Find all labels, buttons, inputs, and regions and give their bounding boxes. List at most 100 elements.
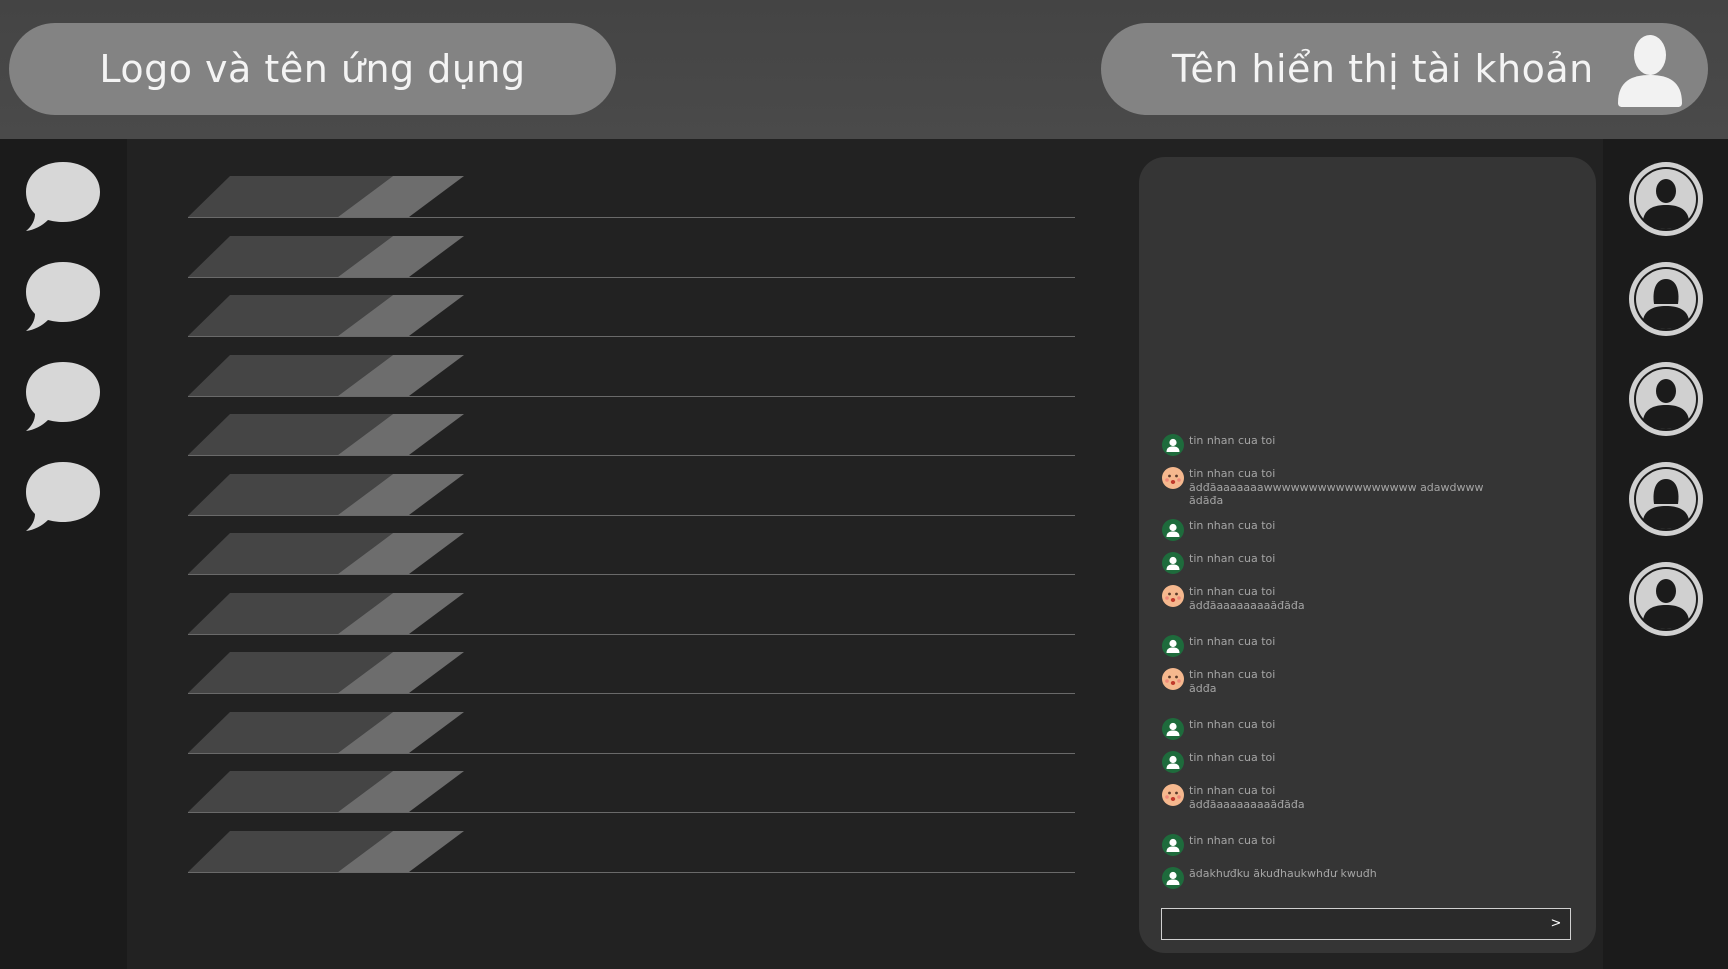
list-item-placeholder-shape: [188, 235, 464, 277]
chat-message: tin nhan cua toi: [1162, 751, 1275, 773]
message-line: tin nhan cua toi: [1189, 434, 1276, 447]
list-item[interactable]: [188, 176, 1075, 218]
face-avatar-icon: [1162, 784, 1184, 806]
speech-bubble-icon[interactable]: [24, 458, 102, 536]
message-text: tin nhan cua toi: [1189, 834, 1275, 848]
list-item-placeholder-shape: [188, 771, 464, 812]
row-divider: [188, 574, 1075, 575]
message-text: tin nhan cua toi ădđăaaaaaaawwwwwwwwwwwww…: [1189, 467, 1484, 508]
list-item[interactable]: [188, 830, 1075, 873]
chat-message: tin nhan cua toi ădđăaaaaaaaaăđăđa: [1162, 784, 1305, 811]
speech-bubble-icon[interactable]: [24, 358, 102, 436]
message-line: tin nhan cua toi: [1189, 519, 1276, 532]
account-menu[interactable]: Tên hiển thị tài khoản: [1101, 23, 1708, 115]
message-line: ădăđa: [1189, 494, 1224, 507]
message-line: tin nhan cua toi: [1189, 751, 1276, 764]
list-item-placeholder-shape: [188, 295, 464, 336]
message-line: ădđăaaaaaaawwwwwwwwwwwwwwwww adawdwww: [1189, 480, 1484, 494]
chat-message: tin nhan cua toi: [1162, 552, 1275, 574]
male-avatar-icon[interactable]: [1627, 560, 1705, 638]
row-divider: [188, 455, 1075, 456]
list-item[interactable]: [188, 652, 1075, 694]
chat-message: tin nhan cua toi: [1162, 434, 1275, 456]
chat-message: ădakhưđku ăkuđhaukwhđư kwuđh: [1162, 867, 1377, 889]
chat-panel: tin nhan cua toi tin nhan cua toi ădđăaaaa…: [1139, 157, 1596, 953]
row-divider: [188, 693, 1075, 694]
row-divider: [188, 871, 1075, 873]
list-item[interactable]: [188, 533, 1075, 575]
message-text: tin nhan cua toi: [1189, 519, 1275, 533]
user-avatar-icon: [1162, 834, 1184, 856]
chat-message: tin nhan cua toi ădđăaaaaaaaaăđăđa: [1162, 585, 1305, 612]
user-silhouette-icon: [1618, 35, 1682, 107]
user-avatar-icon: [1162, 718, 1184, 740]
message-line: tin nhan cua toi: [1189, 585, 1276, 598]
female-avatar-icon[interactable]: [1627, 460, 1705, 538]
row-divider: [188, 514, 1075, 516]
send-button[interactable]: >: [1548, 916, 1564, 932]
user-avatar-icon: [1162, 552, 1184, 574]
face-avatar-icon: [1162, 585, 1184, 607]
list-item-placeholder-shape: [188, 592, 464, 634]
message-text: ădakhưđku ăkuđhaukwhđư kwuđh: [1189, 867, 1377, 881]
user-avatar-icon: [1162, 519, 1184, 541]
list-item[interactable]: [188, 235, 1075, 278]
chat-message: tin nhan cua toi: [1162, 834, 1275, 856]
list-item[interactable]: [188, 771, 1075, 813]
speech-bubble-icon[interactable]: [24, 258, 102, 336]
user-avatar-icon: [1162, 434, 1184, 456]
face-avatar-icon: [1162, 668, 1184, 690]
male-avatar-icon[interactable]: [1627, 360, 1705, 438]
message-line: ădđăaaaaaaaaăđăđa: [1189, 797, 1305, 811]
list-item[interactable]: [188, 354, 1075, 397]
chat-message: tin nhan cua toi: [1162, 635, 1275, 657]
list-item-placeholder-shape: [188, 830, 464, 872]
message-line: tin nhan cua toi: [1189, 467, 1276, 480]
user-avatar-icon: [1162, 635, 1184, 657]
chat-input[interactable]: [1168, 913, 1532, 937]
message-text: tin nhan cua toi: [1189, 718, 1275, 732]
list-item[interactable]: [188, 295, 1075, 337]
message-line: tin nhan cua toi: [1189, 834, 1276, 847]
speech-bubble-icon[interactable]: [24, 158, 102, 236]
app-logo-title[interactable]: Logo và tên ứng dụng: [9, 23, 616, 115]
list-item[interactable]: [188, 711, 1075, 754]
list-item-placeholder-shape: [188, 354, 464, 396]
message-line: tin nhan cua toi: [1189, 784, 1276, 797]
list-item-placeholder-shape: [188, 652, 464, 693]
row-divider: [188, 395, 1075, 397]
female-avatar-icon[interactable]: [1627, 260, 1705, 338]
message-text: tin nhan cua toi: [1189, 434, 1275, 448]
message-text: tin nhan cua toi: [1189, 635, 1275, 649]
message-line: tin nhan cua toi: [1189, 668, 1276, 681]
message-text: tin nhan cua toi ădđăaaaaaaaaăđăđa: [1189, 585, 1305, 612]
message-line: tin nhan cua toi: [1189, 718, 1276, 731]
chat-message: tin nhan cua toi ădđa: [1162, 668, 1275, 695]
list-item-placeholder-shape: [188, 533, 464, 574]
user-avatar-icon: [1162, 867, 1184, 889]
row-divider: [188, 276, 1075, 278]
face-avatar-icon: [1162, 467, 1184, 489]
row-divider: [188, 336, 1075, 337]
row-divider: [188, 812, 1075, 813]
top-header: Logo và tên ứng dụng Tên hiển thị tài kh…: [0, 0, 1728, 139]
list-item[interactable]: [188, 473, 1075, 516]
message-text: tin nhan cua toi: [1189, 751, 1275, 765]
male-avatar-icon[interactable]: [1627, 160, 1705, 238]
list-item-placeholder-shape: [188, 176, 464, 217]
chat-message: tin nhan cua toi ădđăaaaaaaawwwwwwwwwwwww…: [1162, 467, 1484, 508]
message-text: tin nhan cua toi ădđa: [1189, 668, 1275, 695]
account-display-name: Tên hiển thị tài khoản: [1172, 47, 1594, 91]
app-title: Logo và tên ứng dụng: [99, 47, 526, 91]
list-item-placeholder-shape: [188, 473, 464, 515]
chat-message: tin nhan cua toi: [1162, 718, 1275, 740]
left-sidebar: [0, 139, 127, 969]
list-item[interactable]: [188, 592, 1075, 635]
list-item[interactable]: [188, 414, 1075, 456]
message-line: ădđăaaaaaaaaăđăđa: [1189, 598, 1305, 612]
user-avatar-icon: [1162, 751, 1184, 773]
message-line: ădđa: [1189, 681, 1217, 695]
chat-input-box: >: [1161, 908, 1571, 940]
list-item-placeholder-shape: [188, 711, 464, 753]
row-divider: [188, 752, 1075, 754]
